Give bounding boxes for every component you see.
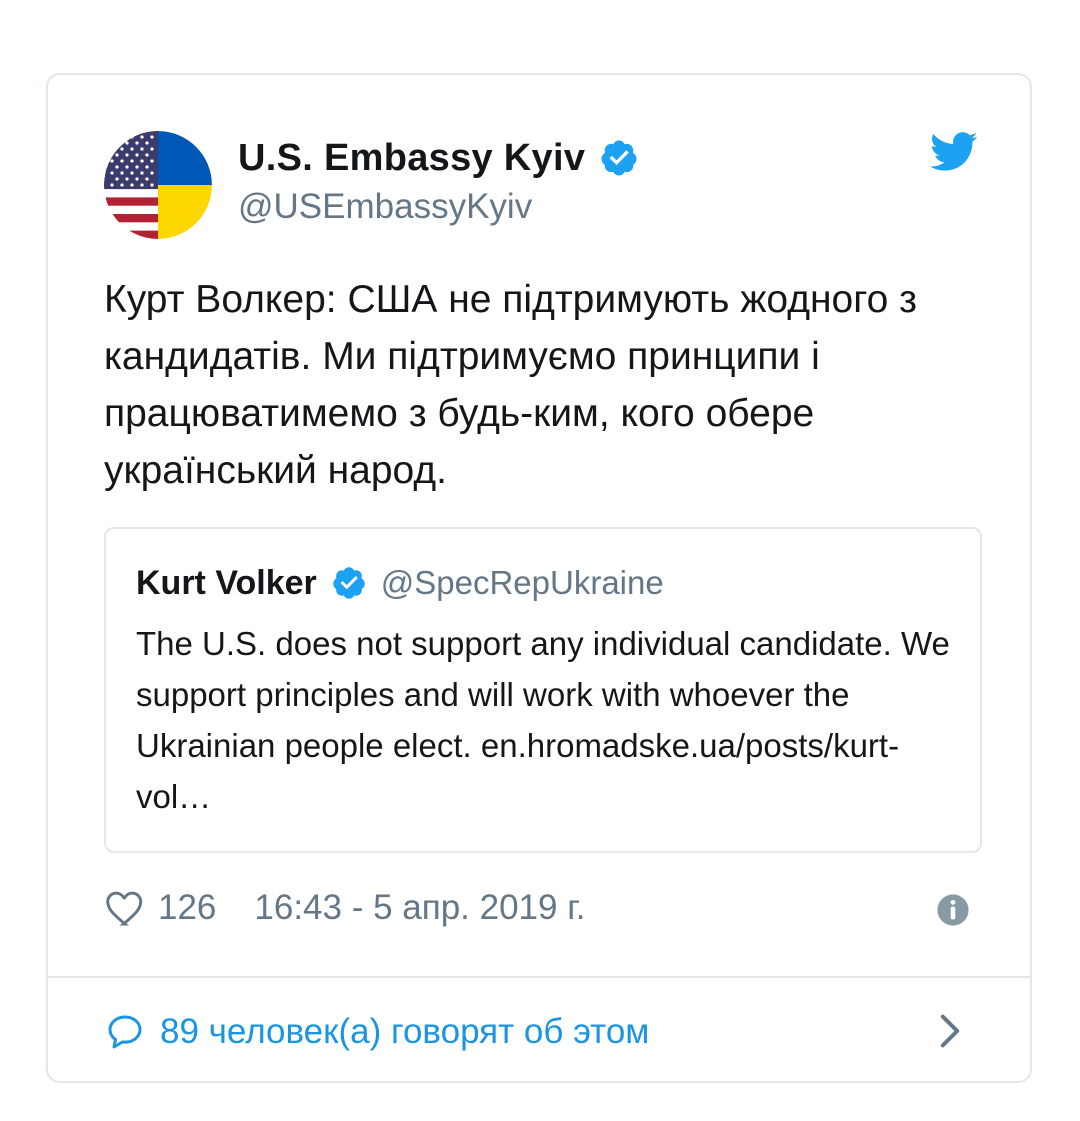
tweet-timestamp[interactable]: 16:43 - 5 апр. 2019 г. (254, 888, 585, 928)
chevron-right-icon[interactable] (938, 1013, 962, 1049)
quoted-tweet-text: The U.S. does not support any individual… (136, 625, 950, 815)
author-display-name[interactable]: U.S. Embassy Kyiv (238, 137, 585, 180)
heart-icon[interactable] (104, 889, 146, 927)
like-count: 126 (158, 888, 217, 927)
verified-badge-icon (601, 140, 637, 176)
quoted-tweet[interactable]: Kurt Volker @SpecRepUkraine The U.S. doe… (104, 527, 982, 853)
card-divider (48, 976, 1030, 978)
twitter-bird-icon[interactable] (930, 131, 978, 173)
speech-bubble-icon (108, 1015, 142, 1049)
tweet-card[interactable]: U.S. Embassy Kyiv @USEmbassyKyiv Курт Во… (46, 73, 1032, 1083)
verified-badge-icon (332, 567, 365, 599)
tweet-text: Курт Волкер: США не підтримують жодного … (104, 278, 918, 492)
flag-avatar-image (104, 131, 212, 239)
info-icon[interactable] (936, 893, 970, 927)
author-handle[interactable]: @USEmbassyKyiv (238, 187, 532, 227)
quoted-tweet-header: Kurt Volker @SpecRepUkraine (136, 559, 664, 607)
quoted-author-name: Kurt Volker (136, 563, 317, 602)
avatar[interactable] (104, 131, 212, 239)
conversation-link-label[interactable]: 89 человек(а) говорят об этом (160, 1012, 649, 1052)
conversation-link[interactable]: 89 человек(а) говорят об этом (104, 1007, 649, 1057)
quoted-author-handle: @SpecRepUkraine (380, 564, 664, 601)
tweet-meta-row: 126 16:43 - 5 апр. 2019 г. (104, 883, 585, 933)
author-name-row[interactable]: U.S. Embassy Kyiv (238, 133, 639, 183)
